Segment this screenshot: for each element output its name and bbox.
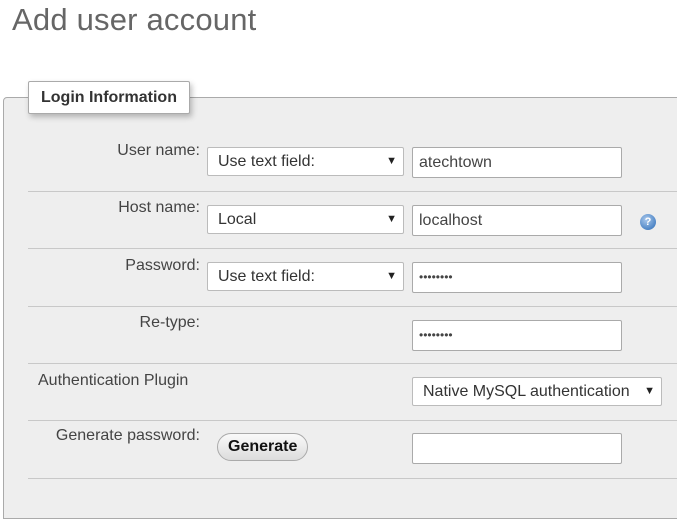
password-type-value: Use text field:	[218, 268, 315, 285]
username-label: User name:	[117, 142, 200, 159]
auth-plugin-select[interactable]: Native MySQL authentication ▼	[412, 377, 662, 406]
auth-plugin-label: Authentication Plugin	[38, 372, 189, 389]
generate-password-label: Generate password:	[55, 427, 200, 444]
hostname-row: Host name: Local ▼ localhost ?	[28, 191, 677, 249]
generate-button[interactable]: Generate	[217, 433, 309, 461]
generated-password-input[interactable]	[412, 433, 622, 464]
chevron-down-icon: ▼	[644, 385, 655, 397]
hostname-type-select[interactable]: Local ▼	[207, 205, 404, 234]
username-input[interactable]: atechtown	[412, 147, 622, 178]
hostname-type-value: Local	[218, 211, 257, 228]
generate-password-row: Generate password: Generate	[28, 421, 677, 479]
password-label: Password:	[125, 257, 200, 274]
page-title: Add user account	[12, 2, 257, 37]
username-row: User name: Use text field: ▼ atechtown	[28, 134, 677, 192]
username-type-select[interactable]: Use text field: ▼	[207, 147, 404, 176]
password-row: Password: Use text field: ▼ ••••••••	[28, 249, 677, 307]
chevron-down-icon: ▼	[386, 270, 397, 282]
retype-row: Re-type: ••••••••	[28, 306, 677, 364]
auth-plugin-value: Native MySQL authentication	[423, 383, 630, 400]
auth-plugin-row: Authentication Plugin Native MySQL authe…	[28, 364, 677, 421]
password-input[interactable]: ••••••••	[412, 262, 622, 293]
retype-password-input[interactable]: ••••••••	[412, 320, 622, 351]
username-type-value: Use text field:	[218, 153, 315, 170]
chevron-down-icon: ▼	[386, 213, 397, 225]
fieldset-legend: Login Information	[28, 81, 190, 114]
retype-label: Re-type:	[139, 314, 200, 331]
password-type-select[interactable]: Use text field: ▼	[207, 262, 404, 291]
hostname-label: Host name:	[118, 199, 200, 216]
chevron-down-icon: ▼	[386, 155, 397, 167]
help-icon[interactable]: ?	[640, 214, 656, 230]
hostname-input[interactable]: localhost	[412, 205, 622, 236]
